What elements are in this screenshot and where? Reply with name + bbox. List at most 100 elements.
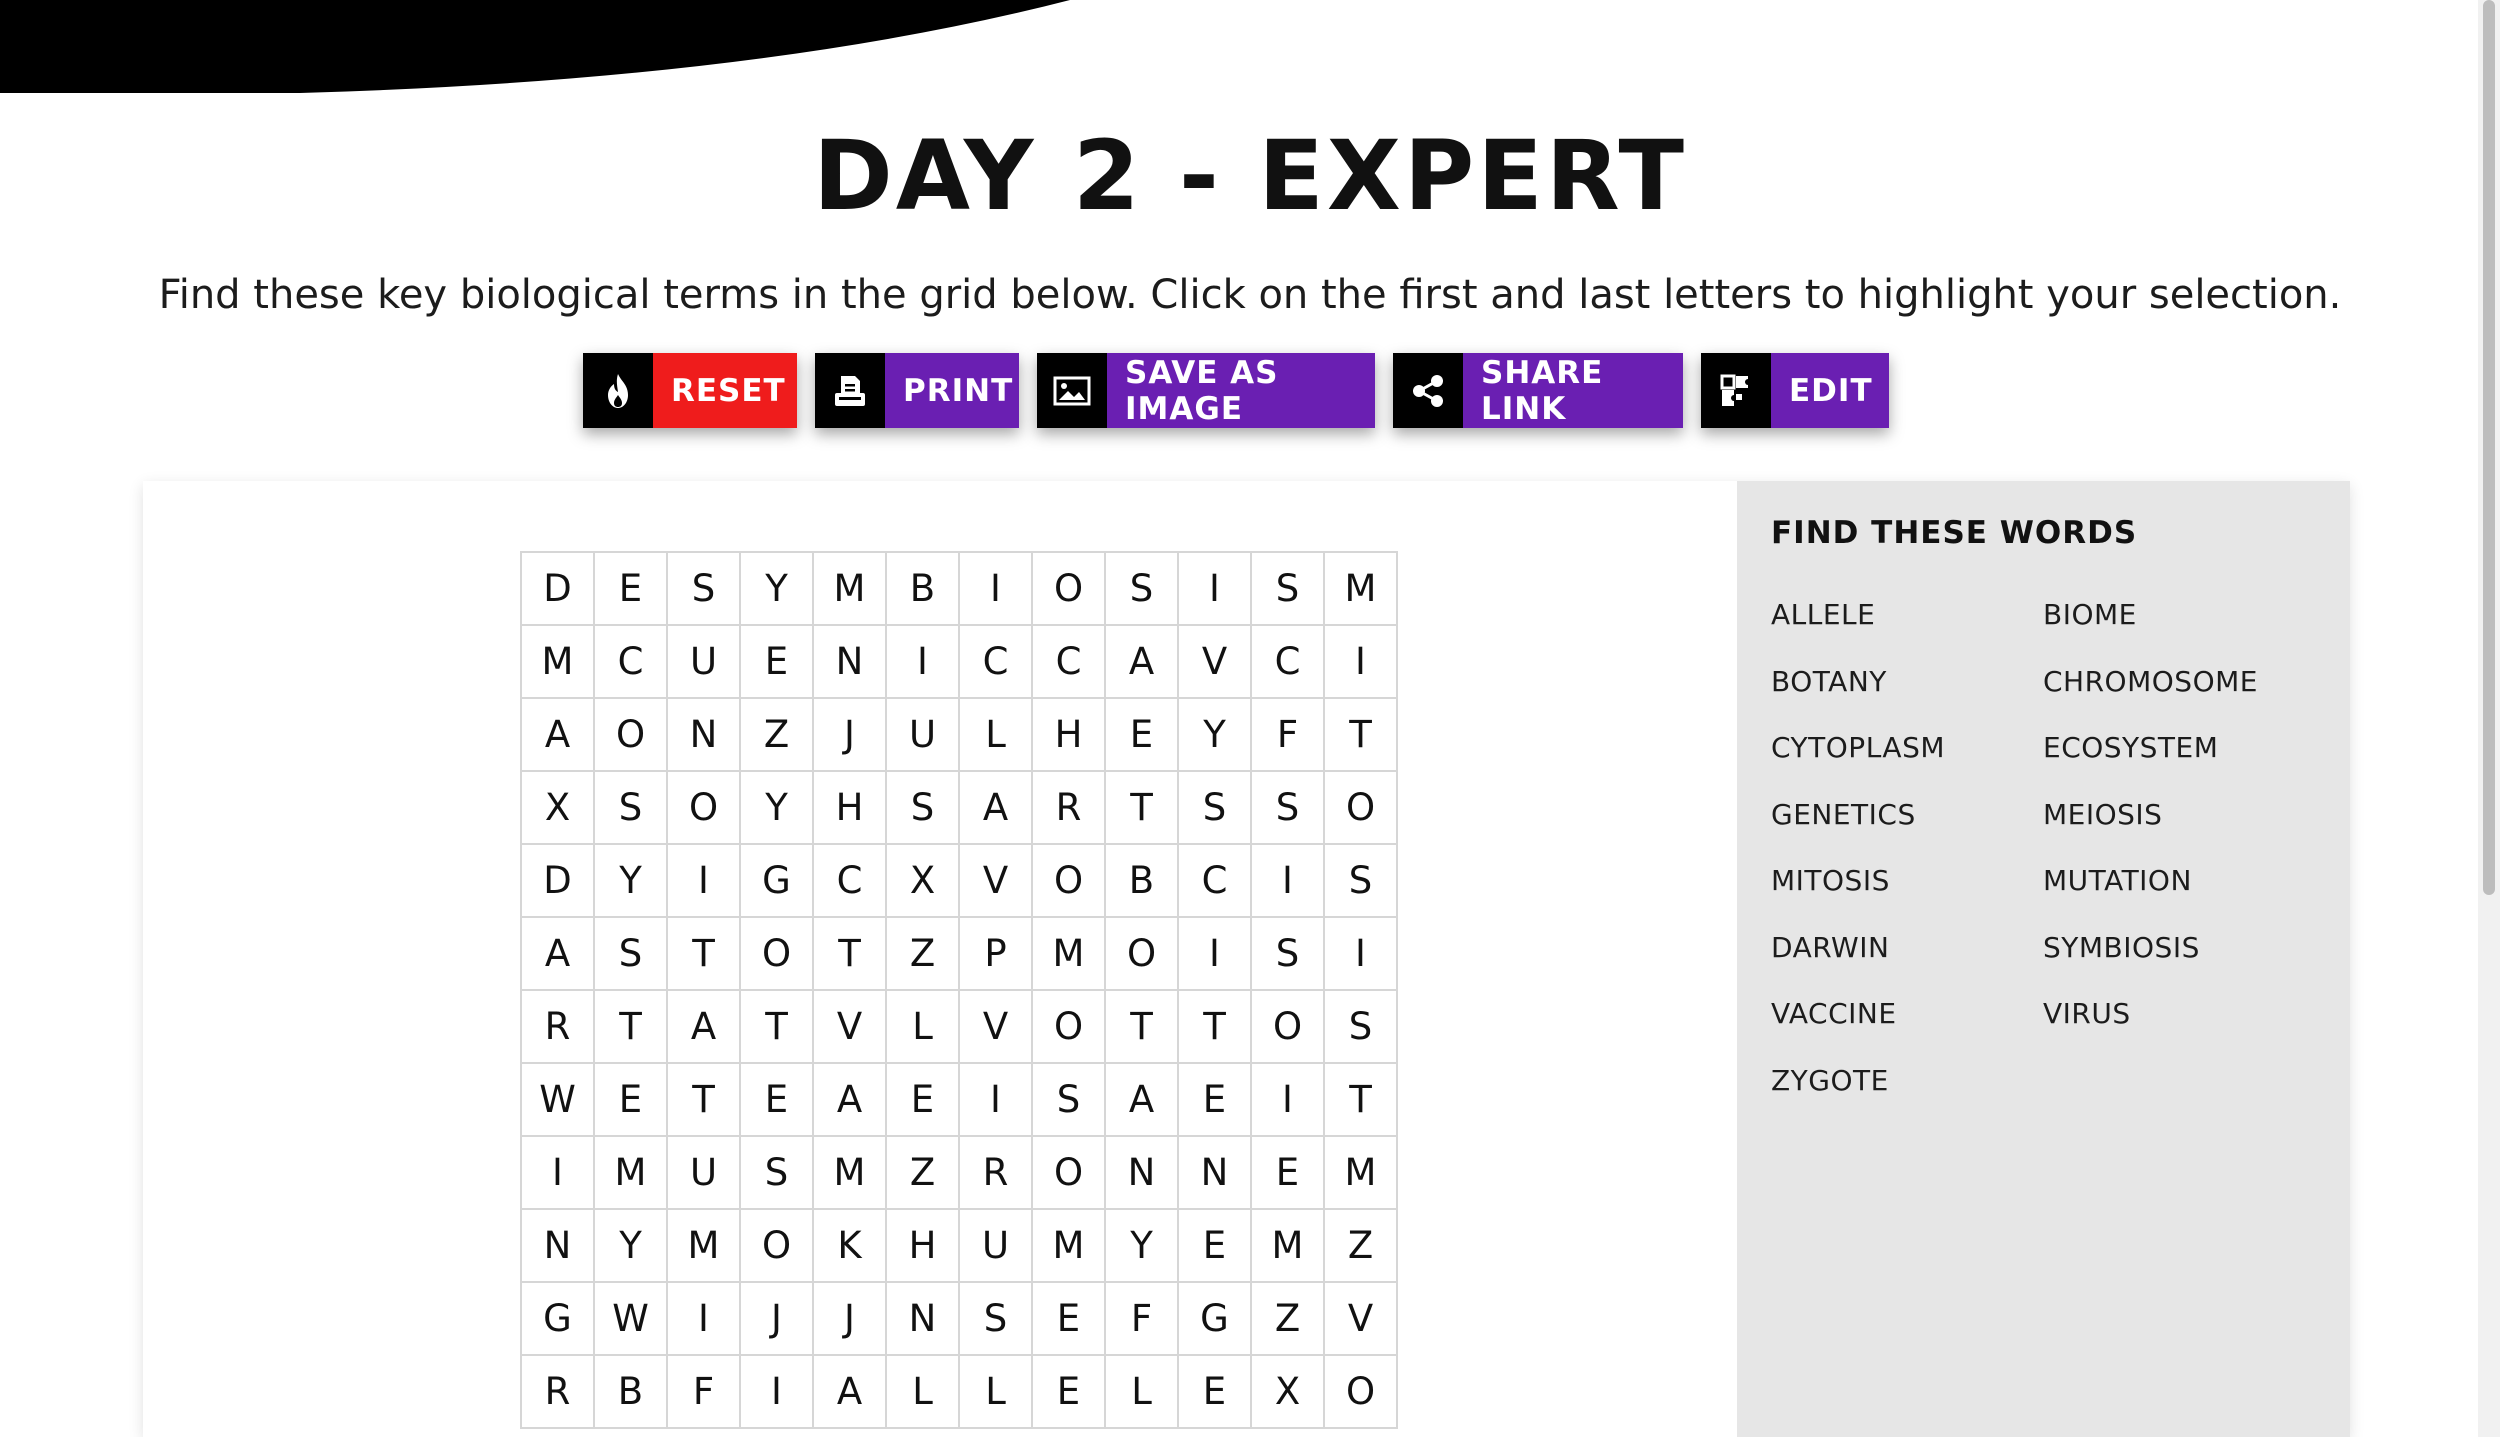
grid-cell[interactable]: G bbox=[1179, 1283, 1252, 1356]
grid-cell[interactable]: M bbox=[814, 553, 887, 626]
grid-cell[interactable]: F bbox=[1106, 1283, 1179, 1356]
grid-cell[interactable]: I bbox=[1325, 626, 1398, 699]
grid-cell[interactable]: F bbox=[1252, 699, 1325, 772]
grid-cell[interactable]: A bbox=[814, 1064, 887, 1137]
grid-cell[interactable]: J bbox=[814, 1283, 887, 1356]
grid-cell[interactable]: A bbox=[1106, 1064, 1179, 1137]
grid-cell[interactable]: R bbox=[522, 1356, 595, 1429]
grid-cell[interactable]: O bbox=[668, 772, 741, 845]
grid-cell[interactable]: N bbox=[668, 699, 741, 772]
grid-cell[interactable]: E bbox=[1106, 699, 1179, 772]
grid-cell[interactable]: H bbox=[814, 772, 887, 845]
grid-cell[interactable]: A bbox=[522, 699, 595, 772]
grid-cell[interactable]: C bbox=[960, 626, 1033, 699]
grid-cell[interactable]: V bbox=[1325, 1283, 1398, 1356]
grid-cell[interactable]: T bbox=[668, 918, 741, 991]
grid-cell[interactable]: U bbox=[668, 626, 741, 699]
grid-cell[interactable]: V bbox=[960, 991, 1033, 1064]
grid-cell[interactable]: S bbox=[668, 553, 741, 626]
grid-cell[interactable]: T bbox=[595, 991, 668, 1064]
grid-cell[interactable]: E bbox=[1179, 1064, 1252, 1137]
grid-cell[interactable]: E bbox=[887, 1064, 960, 1137]
grid-cell[interactable]: Z bbox=[887, 1137, 960, 1210]
grid-cell[interactable]: U bbox=[668, 1137, 741, 1210]
grid-cell[interactable]: M bbox=[1325, 553, 1398, 626]
grid-cell[interactable]: T bbox=[1325, 699, 1398, 772]
grid-cell[interactable]: Y bbox=[1106, 1210, 1179, 1283]
grid-cell[interactable]: J bbox=[741, 1283, 814, 1356]
grid-cell[interactable]: A bbox=[1106, 626, 1179, 699]
grid-cell[interactable]: O bbox=[1033, 845, 1106, 918]
grid-cell[interactable]: Z bbox=[1252, 1283, 1325, 1356]
grid-cell[interactable]: E bbox=[595, 1064, 668, 1137]
grid-cell[interactable]: M bbox=[522, 626, 595, 699]
grid-cell[interactable]: A bbox=[814, 1356, 887, 1429]
grid-cell[interactable]: S bbox=[1325, 845, 1398, 918]
grid-cell[interactable]: S bbox=[1252, 918, 1325, 991]
grid-cell[interactable]: I bbox=[1252, 1064, 1325, 1137]
grid-cell[interactable]: V bbox=[814, 991, 887, 1064]
grid-cell[interactable]: M bbox=[1252, 1210, 1325, 1283]
grid-cell[interactable]: C bbox=[1179, 845, 1252, 918]
grid-cell[interactable]: R bbox=[960, 1137, 1033, 1210]
grid-cell[interactable]: O bbox=[1325, 1356, 1398, 1429]
grid-cell[interactable]: M bbox=[1033, 1210, 1106, 1283]
grid-cell[interactable]: B bbox=[1106, 845, 1179, 918]
grid-cell[interactable]: B bbox=[595, 1356, 668, 1429]
grid-cell[interactable]: Z bbox=[741, 699, 814, 772]
grid-cell[interactable]: C bbox=[595, 626, 668, 699]
grid-cell[interactable]: M bbox=[1033, 918, 1106, 991]
grid-cell[interactable]: S bbox=[1252, 553, 1325, 626]
grid-cell[interactable]: T bbox=[814, 918, 887, 991]
grid-cell[interactable]: X bbox=[1252, 1356, 1325, 1429]
grid-cell[interactable]: D bbox=[522, 553, 595, 626]
grid-cell[interactable]: N bbox=[814, 626, 887, 699]
grid-cell[interactable]: S bbox=[1106, 553, 1179, 626]
grid-cell[interactable]: I bbox=[887, 626, 960, 699]
grid-cell[interactable]: G bbox=[741, 845, 814, 918]
grid-cell[interactable]: I bbox=[741, 1356, 814, 1429]
grid-cell[interactable]: O bbox=[1106, 918, 1179, 991]
grid-cell[interactable]: X bbox=[522, 772, 595, 845]
grid-cell[interactable]: T bbox=[1106, 991, 1179, 1064]
print-button[interactable]: PRINT bbox=[815, 353, 1019, 428]
grid-cell[interactable]: C bbox=[1033, 626, 1106, 699]
grid-cell[interactable]: L bbox=[960, 699, 1033, 772]
grid-cell[interactable]: T bbox=[1106, 772, 1179, 845]
grid-cell[interactable]: T bbox=[668, 1064, 741, 1137]
grid-cell[interactable]: A bbox=[668, 991, 741, 1064]
grid-cell[interactable]: Y bbox=[595, 845, 668, 918]
grid-cell[interactable]: I bbox=[1179, 553, 1252, 626]
grid-cell[interactable]: N bbox=[522, 1210, 595, 1283]
grid-cell[interactable]: E bbox=[595, 553, 668, 626]
grid-cell[interactable]: E bbox=[741, 626, 814, 699]
grid-cell[interactable]: I bbox=[1179, 918, 1252, 991]
grid-cell[interactable]: K bbox=[814, 1210, 887, 1283]
grid-cell[interactable]: S bbox=[595, 918, 668, 991]
grid-cell[interactable]: F bbox=[668, 1356, 741, 1429]
grid-cell[interactable]: I bbox=[960, 553, 1033, 626]
grid-cell[interactable]: S bbox=[960, 1283, 1033, 1356]
grid-cell[interactable]: N bbox=[887, 1283, 960, 1356]
grid-cell[interactable]: I bbox=[668, 1283, 741, 1356]
grid-cell[interactable]: P bbox=[960, 918, 1033, 991]
grid-cell[interactable]: Z bbox=[1325, 1210, 1398, 1283]
grid-cell[interactable]: S bbox=[1179, 772, 1252, 845]
grid-cell[interactable]: T bbox=[741, 991, 814, 1064]
grid-cell[interactable]: N bbox=[1106, 1137, 1179, 1210]
grid-cell[interactable]: A bbox=[960, 772, 1033, 845]
grid-cell[interactable]: O bbox=[1033, 1137, 1106, 1210]
grid-cell[interactable]: O bbox=[1033, 991, 1106, 1064]
grid-cell[interactable]: L bbox=[960, 1356, 1033, 1429]
grid-cell[interactable]: Z bbox=[887, 918, 960, 991]
grid-cell[interactable]: W bbox=[595, 1283, 668, 1356]
grid-cell[interactable]: S bbox=[1325, 991, 1398, 1064]
grid-cell[interactable]: J bbox=[814, 699, 887, 772]
grid-cell[interactable]: M bbox=[668, 1210, 741, 1283]
grid-cell[interactable]: L bbox=[1106, 1356, 1179, 1429]
grid-cell[interactable]: I bbox=[668, 845, 741, 918]
grid-cell[interactable]: O bbox=[741, 1210, 814, 1283]
grid-cell[interactable]: D bbox=[522, 845, 595, 918]
grid-cell[interactable]: B bbox=[887, 553, 960, 626]
grid-cell[interactable]: U bbox=[887, 699, 960, 772]
